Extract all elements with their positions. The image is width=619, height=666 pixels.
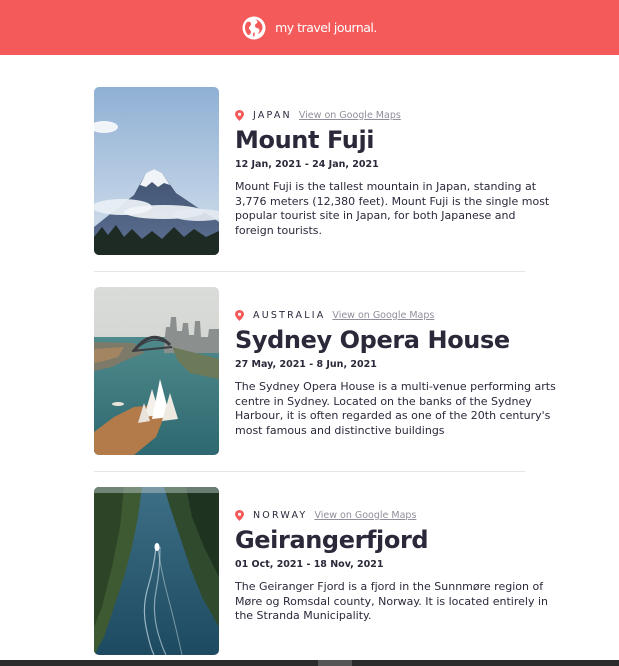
location-row: AUSTRALIA View on Google Maps xyxy=(235,307,565,323)
location-row: JAPAN View on Google Maps xyxy=(235,107,565,123)
journal-entry: NORWAY View on Google Maps Geirangerfjor… xyxy=(94,487,574,655)
entry-info: JAPAN View on Google Maps Mount Fuji 12 … xyxy=(235,87,565,238)
entry-photo-mount-fuji xyxy=(94,87,219,255)
entry-country: JAPAN xyxy=(253,109,292,121)
location-row: NORWAY View on Google Maps xyxy=(235,507,565,523)
entry-divider xyxy=(94,471,525,472)
brand[interactable]: my travel journal. xyxy=(242,16,377,40)
entry-title: Sydney Opera House xyxy=(235,326,510,354)
map-pin-icon xyxy=(235,509,244,521)
entry-description: Mount Fuji is the tallest mountain in Ja… xyxy=(235,180,550,237)
entry-description: The Sydney Opera House is a multi-venue … xyxy=(235,380,556,437)
entry-photo-geirangerfjord xyxy=(94,487,219,655)
app-header: my travel journal. xyxy=(0,0,619,55)
entry-title: Mount Fuji xyxy=(235,126,375,154)
entry-title: Geirangerfjord xyxy=(235,526,429,554)
journal-entry: AUSTRALIA View on Google Maps Sydney Ope… xyxy=(94,287,574,455)
entry-dates: 27 May, 2021 - 8 Jun, 2021 xyxy=(235,359,377,370)
entry-country: NORWAY xyxy=(253,509,308,521)
entry-info: AUSTRALIA View on Google Maps Sydney Ope… xyxy=(235,287,565,438)
entry-info: NORWAY View on Google Maps Geirangerfjor… xyxy=(235,487,565,624)
entry-country: AUSTRALIA xyxy=(253,309,326,321)
map-pin-icon xyxy=(235,309,244,321)
globe-icon xyxy=(242,16,266,39)
google-maps-link[interactable]: View on Google Maps xyxy=(314,510,416,521)
horizontal-scrollbar[interactable] xyxy=(0,660,619,666)
entry-description: The Geiranger Fjord is a fjord in the Su… xyxy=(235,580,548,622)
brand-title: my travel journal. xyxy=(275,20,377,35)
journal-entry: JAPAN View on Google Maps Mount Fuji 12 … xyxy=(94,87,574,255)
google-maps-link[interactable]: View on Google Maps xyxy=(299,110,401,121)
entry-dates: 12 Jan, 2021 - 24 Jan, 2021 xyxy=(235,159,379,170)
map-pin-icon xyxy=(235,109,244,121)
google-maps-link[interactable]: View on Google Maps xyxy=(332,310,434,321)
entry-dates: 01 Oct, 2021 - 18 Nov, 2021 xyxy=(235,559,384,570)
entry-divider xyxy=(94,271,525,272)
scrollbar-thumb[interactable] xyxy=(318,660,352,666)
entry-photo-sydney-opera-house xyxy=(94,287,219,455)
